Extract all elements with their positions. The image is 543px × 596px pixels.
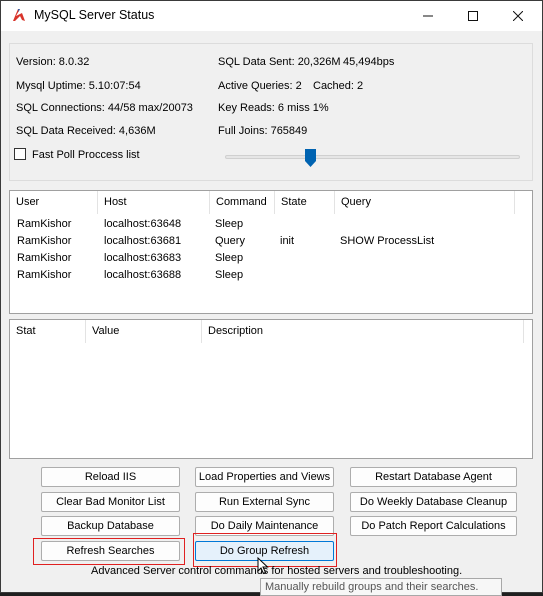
col-header-host[interactable]: Host <box>98 191 210 214</box>
cell-host: localhost:63681 <box>104 235 182 247</box>
stats-header: Stat Value Description <box>10 320 532 343</box>
title-bar[interactable]: MySQL Server Status <box>1 1 542 31</box>
cell-query: SHOW ProcessList <box>340 235 435 247</box>
run-external-sync-button[interactable]: Run External Sync <box>195 492 334 512</box>
load-properties-button[interactable]: Load Properties and Views <box>195 467 334 487</box>
fast-poll-checkbox[interactable] <box>14 148 26 160</box>
mysql-dolphin-icon <box>13 9 25 21</box>
poll-rate-slider-track[interactable] <box>225 155 520 159</box>
full-joins-label: Full Joins: 765849 <box>218 125 308 137</box>
maximize-icon <box>467 11 478 21</box>
close-button[interactable] <box>495 1 540 31</box>
cell-host: localhost:63648 <box>104 218 182 230</box>
cell-host: localhost:63683 <box>104 252 182 264</box>
window-title: MySQL Server Status <box>34 8 155 22</box>
tooltip: Manually rebuild groups and their search… <box>260 578 502 596</box>
version-label: Version: 8.0.32 <box>16 56 90 68</box>
minimize-button[interactable] <box>405 1 450 31</box>
col-header-user[interactable]: User <box>10 191 98 214</box>
cell-command: Query <box>215 235 245 247</box>
col-header-command[interactable]: Command <box>210 191 275 214</box>
data-received-label: SQL Data Received: 4,636M <box>16 125 156 137</box>
cell-command: Sleep <box>215 269 244 281</box>
col-header-stat[interactable]: Stat <box>10 320 86 343</box>
connections-label: SQL Connections: 44/58 max/20073 <box>16 102 193 114</box>
patch-report-button[interactable]: Do Patch Report Calculations <box>350 516 517 536</box>
cell-user: RamKishor <box>17 252 72 264</box>
col-header-query[interactable]: Query <box>335 191 515 214</box>
data-sent-label: SQL Data Sent: 20,326M <box>218 56 341 68</box>
col-header-description[interactable]: Description <box>202 320 524 343</box>
close-icon <box>512 11 523 21</box>
restart-agent-button[interactable]: Restart Database Agent <box>350 467 517 487</box>
data-sent-rate-label: 45,494bps <box>343 56 395 68</box>
process-list-grid[interactable]: User Host Command State Query RamKishor … <box>9 190 533 314</box>
process-list-header: User Host Command State Query <box>10 191 532 214</box>
mysql-server-status-window: MySQL Server Status Version: 8.0.32 Mysq… <box>0 0 543 596</box>
poll-rate-slider-thumb[interactable] <box>305 149 317 167</box>
maximize-button[interactable] <box>450 1 495 31</box>
status-text: Advanced Server control commands for hos… <box>91 565 463 577</box>
cell-host: localhost:63688 <box>104 269 182 281</box>
stats-grid[interactable]: Stat Value Description <box>9 319 533 459</box>
mouse-cursor-icon <box>257 557 269 575</box>
cell-command: Sleep <box>215 218 244 230</box>
uptime-label: Mysql Uptime: 5.10:07:54 <box>16 80 141 92</box>
weekly-cleanup-button[interactable]: Do Weekly Database Cleanup <box>350 492 517 512</box>
refresh-searches-button[interactable]: Refresh Searches <box>41 541 180 561</box>
cached-label: Cached: 2 <box>313 80 364 92</box>
reload-iis-button[interactable]: Reload IIS <box>41 467 180 487</box>
col-header-state[interactable]: State <box>275 191 335 214</box>
fast-poll-label: Fast Poll Proccess list <box>32 149 140 161</box>
key-reads-label: Key Reads: 6 miss 1% <box>218 102 329 114</box>
cell-user: RamKishor <box>17 269 72 281</box>
active-queries-label: Active Queries: 2 <box>218 80 302 92</box>
cell-user: RamKishor <box>17 218 72 230</box>
cell-state: init <box>280 235 295 247</box>
minimize-icon <box>422 15 433 17</box>
col-header-value[interactable]: Value <box>86 320 202 343</box>
cell-command: Sleep <box>215 252 244 264</box>
clear-bad-monitor-button[interactable]: Clear Bad Monitor List <box>41 492 180 512</box>
backup-database-button[interactable]: Backup Database <box>41 516 180 536</box>
cell-user: RamKishor <box>17 235 72 247</box>
